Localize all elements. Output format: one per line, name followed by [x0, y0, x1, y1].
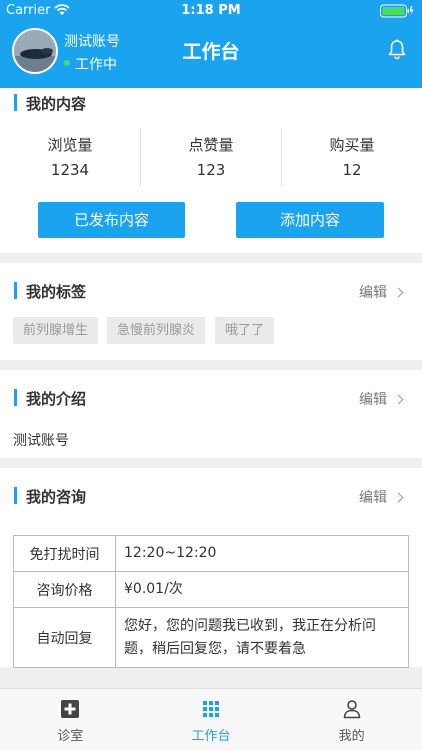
stat-purchases[interactable]: 购买量 12	[282, 128, 422, 186]
tab-label: 诊室	[57, 729, 84, 744]
stat-label: 点赞量	[188, 136, 234, 154]
consult-key: 自动回复	[13, 607, 116, 668]
table-row: 咨询价格 ¥0.01/次	[13, 571, 409, 608]
chevron-right-icon	[393, 394, 404, 405]
battery-icon	[380, 4, 414, 18]
content-section-title: 我的内容	[14, 93, 86, 114]
tab-label: 我的	[338, 729, 365, 744]
tags-section-title: 我的标签	[14, 281, 86, 302]
grid-icon	[203, 701, 219, 717]
content-section: 我的内容 浏览量 1234 点赞量 123 购买量 12 已发布内容 添加内容	[0, 88, 422, 253]
header: Carrier 1:18 PM 测试账号 工作中 工作台	[0, 0, 422, 88]
consult-edit-link[interactable]: 编辑	[359, 487, 404, 507]
tag-item[interactable]: 哦了了	[215, 317, 275, 344]
clock: 1:18 PM	[181, 3, 241, 18]
stat-value: 12	[342, 161, 362, 179]
page-title: 工作台	[182, 41, 240, 63]
consult-key: 咨询价格	[13, 571, 116, 608]
stat-value: 1234	[50, 161, 90, 179]
consult-value: ¥0.01/次	[115, 571, 409, 608]
consult-table: 免打扰时间 12:20~12:20 咨询价格 ¥0.01/次 自动回复 您好，您…	[13, 535, 409, 668]
intro-section-title: 我的介绍	[14, 388, 86, 409]
edit-label: 编辑	[359, 392, 387, 408]
tag-item[interactable]: 前列腺增生	[13, 317, 99, 344]
consult-section-title: 我的咨询	[14, 486, 86, 507]
stat-value: 123	[196, 161, 226, 179]
edit-label: 编辑	[359, 490, 387, 506]
tab-bar: 诊室 工作台 我的	[0, 688, 422, 750]
chevron-right-icon	[393, 287, 404, 298]
tab-mine[interactable]: 我的	[281, 689, 422, 750]
consult-value: 您好，您的问题我已收到，我正在分析问题，稍后回复您，请不要着急	[115, 607, 409, 668]
tab-label: 工作台	[191, 729, 231, 744]
consult-value: 12:20~12:20	[115, 535, 409, 572]
person-icon	[343, 700, 360, 719]
stat-likes[interactable]: 点赞量 123	[141, 128, 282, 186]
tag-item[interactable]: 急慢前列腺炎	[107, 317, 206, 344]
consult-section: 我的咨询 编辑 免打扰时间 12:20~12:20 咨询价格 ¥0.01/次 自…	[0, 468, 422, 668]
edit-label: 编辑	[359, 285, 387, 301]
medical-cross-icon	[61, 700, 80, 718]
stat-label: 浏览量	[47, 136, 93, 154]
consult-key: 免打扰时间	[13, 535, 116, 572]
tab-workbench[interactable]: 工作台	[141, 689, 282, 750]
published-content-button[interactable]: 已发布内容	[38, 202, 185, 238]
stat-label: 购买量	[329, 136, 375, 154]
stat-views[interactable]: 浏览量 1234	[0, 128, 141, 186]
bell-icon[interactable]	[386, 38, 408, 60]
intro-text: 测试账号	[13, 433, 69, 449]
intro-section: 我的介绍 编辑 测试账号	[0, 370, 422, 458]
tags-section: 我的标签 编辑 前列腺增生 急慢前列腺炎 哦了了	[0, 263, 422, 360]
tab-clinic[interactable]: 诊室	[0, 689, 141, 750]
table-row: 免打扰时间 12:20~12:20	[13, 535, 409, 572]
chevron-right-icon	[393, 492, 404, 503]
intro-edit-link[interactable]: 编辑	[359, 389, 404, 409]
status-bar: Carrier 1:18 PM	[0, 0, 422, 22]
table-row: 自动回复 您好，您的问题我已收到，我正在分析问题，稍后回复您，请不要着急	[13, 607, 409, 668]
stats-row: 浏览量 1234 点赞量 123 购买量 12	[0, 128, 422, 186]
add-content-button[interactable]: 添加内容	[236, 202, 384, 238]
tags-edit-link[interactable]: 编辑	[359, 282, 404, 302]
